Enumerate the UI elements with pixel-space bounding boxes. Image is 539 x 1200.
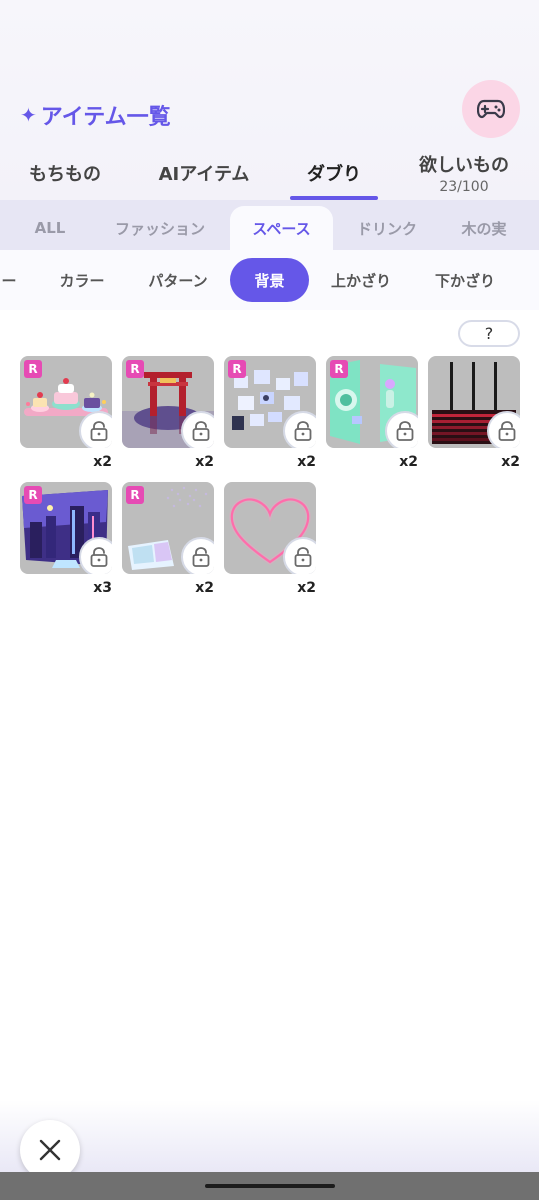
category-tab-fashion[interactable]: ファッション <box>102 206 218 250</box>
subcategory-tab-label: 上かざり <box>330 271 391 290</box>
item-card[interactable] <box>224 482 316 574</box>
subcategory-tab-label: パターン <box>148 271 208 290</box>
lock-icon <box>283 411 316 448</box>
rare-badge: R <box>24 486 42 504</box>
page-title-text: アイテム一覧 <box>40 105 171 130</box>
item-quantity: x2 <box>297 580 316 596</box>
item-quantity: x2 <box>195 580 214 596</box>
category-tabs: ALL ファッション スペース ドリンク 木の実 <box>0 200 539 250</box>
category-tab-all[interactable]: ALL <box>22 206 78 250</box>
item-quantity: x2 <box>501 454 520 470</box>
main-tabs: もちもの AIアイテム ダブり 欲しいもの 23/100 <box>0 146 539 200</box>
bottom-fade <box>0 1100 539 1172</box>
tab-ai-items[interactable]: AIアイテム <box>148 146 260 200</box>
subcategory-tab-top-deco[interactable]: 上かざり <box>320 258 402 302</box>
subcategory-tab-label: 背景 <box>254 271 285 290</box>
home-indicator[interactable] <box>205 1184 335 1188</box>
category-tab-drink[interactable]: ドリンク <box>346 206 428 250</box>
item-card[interactable]: R <box>20 482 112 574</box>
item-card[interactable]: R <box>122 482 214 574</box>
item-card[interactable]: R <box>122 356 214 448</box>
lock-icon <box>181 411 214 448</box>
lock-icon <box>79 411 112 448</box>
subcategory-tab-label: カラー <box>59 271 105 290</box>
lock-icon <box>79 537 112 574</box>
sparkle-icon: ✦ <box>20 103 37 127</box>
category-tab-label: 木の実 <box>461 219 507 238</box>
rare-badge: R <box>24 360 42 378</box>
category-tab-space[interactable]: スペース <box>230 206 333 250</box>
rare-badge: R <box>126 486 144 504</box>
item-quantity: x2 <box>195 454 214 470</box>
subcategory-tab-partial[interactable]: ー <box>0 258 18 302</box>
subcategory-tab-label: 下かざり <box>434 271 495 290</box>
tab-mochimono[interactable]: もちもの <box>18 146 112 200</box>
wishlist-count: 23/100 <box>439 179 489 195</box>
tab-label: 欲しいもの <box>419 155 509 176</box>
item-quantity: x2 <box>297 454 316 470</box>
help-button-label: ? <box>484 324 494 343</box>
item-quantity: x2 <box>93 454 112 470</box>
subcategory-tabs: ー カラー パターン 背景 上かざり 下かざり <box>0 250 539 310</box>
tab-duplicates[interactable]: ダブり <box>290 146 378 200</box>
rare-badge: R <box>126 360 144 378</box>
tab-label: ダブり <box>307 164 361 185</box>
subcategory-tab-label: ー <box>1 271 17 290</box>
item-card[interactable]: R <box>224 356 316 448</box>
lock-icon <box>487 411 520 448</box>
tab-label: もちもの <box>29 164 101 185</box>
category-tab-label: スペース <box>252 219 311 238</box>
item-card[interactable] <box>428 356 520 448</box>
category-tab-label: ドリンク <box>356 219 417 238</box>
tab-wishlist[interactable]: 欲しいもの 23/100 <box>408 146 520 200</box>
lock-icon <box>283 537 316 574</box>
gamepad-icon <box>477 99 505 119</box>
lock-icon <box>181 537 214 574</box>
rare-badge: R <box>228 360 246 378</box>
page-title: ✦ アイテム一覧 <box>20 98 171 132</box>
rare-badge: R <box>330 360 348 378</box>
help-button[interactable]: ? <box>458 320 520 347</box>
close-icon <box>39 1139 61 1161</box>
item-card[interactable]: R <box>326 356 418 448</box>
game-button[interactable] <box>462 80 520 138</box>
subcategory-tab-pattern[interactable]: パターン <box>134 258 222 302</box>
category-tab-label: ファッション <box>114 219 205 238</box>
close-button[interactable] <box>20 1120 80 1180</box>
category-tab-label: ALL <box>34 219 66 237</box>
lock-icon <box>385 411 418 448</box>
subcategory-tab-bottom-deco[interactable]: 下かざり <box>424 258 506 302</box>
item-card[interactable]: R <box>20 356 112 448</box>
category-tab-nuts[interactable]: 木の実 <box>446 206 522 250</box>
tab-label: AIアイテム <box>158 164 250 185</box>
subcategory-tab-color[interactable]: カラー <box>44 258 120 302</box>
item-quantity: x3 <box>93 580 112 596</box>
item-quantity: x2 <box>399 454 418 470</box>
subcategory-tab-background[interactable]: 背景 <box>230 258 309 302</box>
